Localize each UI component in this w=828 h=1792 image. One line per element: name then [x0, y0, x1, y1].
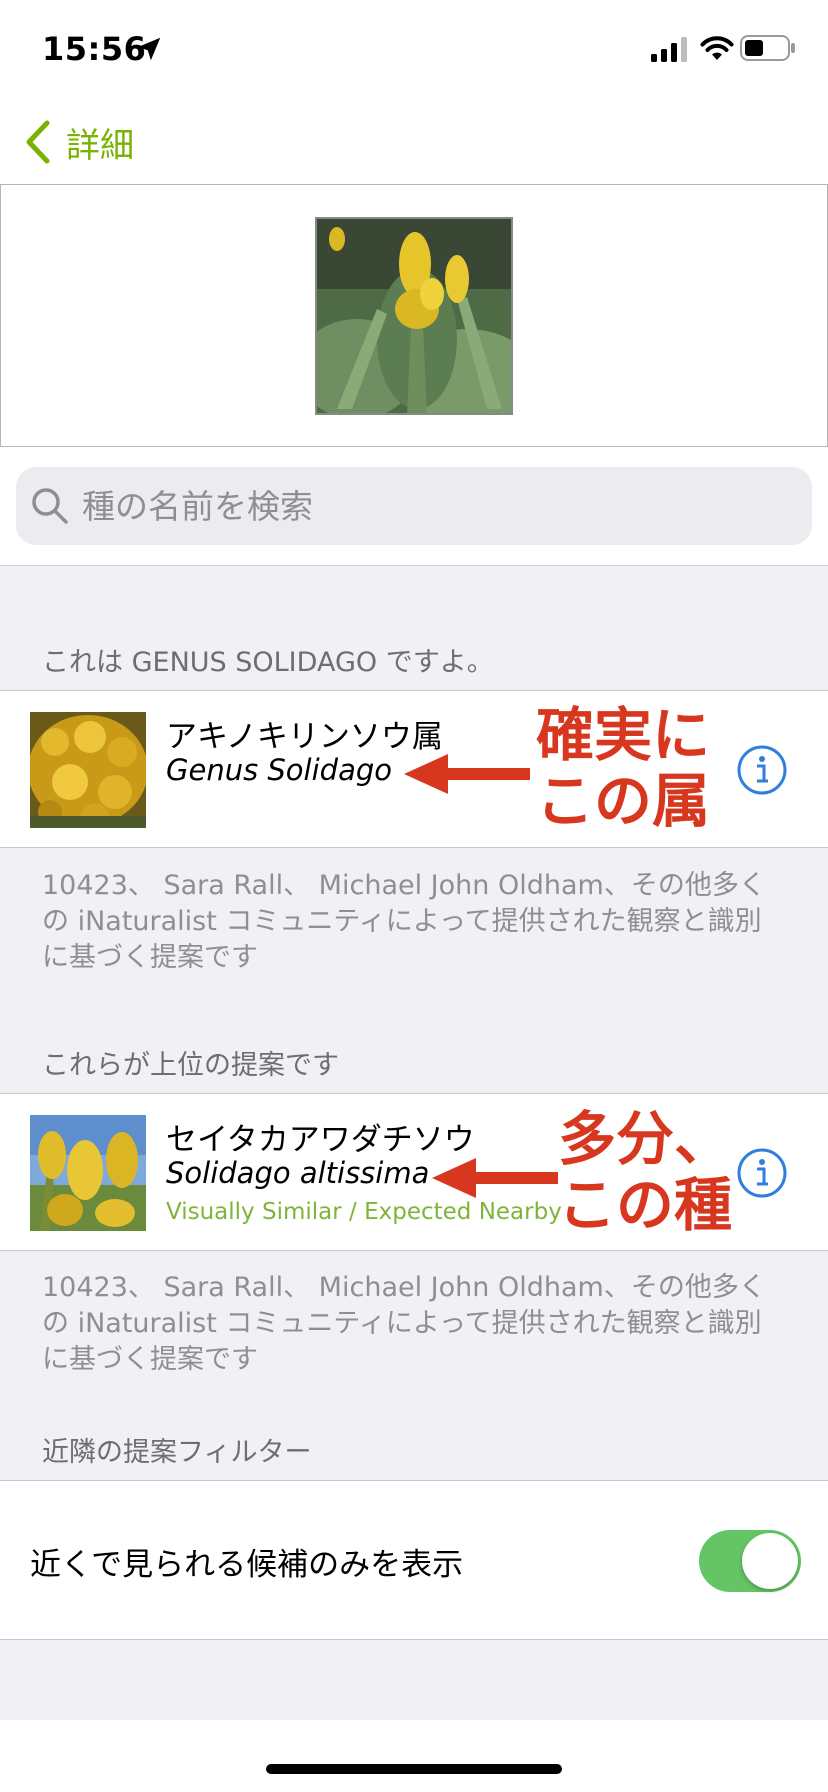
status-bar: 15:56 [0, 0, 828, 100]
chevron-left-icon [26, 120, 50, 164]
top-suggestions-header: これらが上位の提案です [42, 1050, 339, 1081]
species-annotation-line2: この種 [558, 1171, 733, 1239]
navigation-bar: 詳細 [0, 100, 828, 184]
bottom-safe-area [0, 1720, 828, 1792]
genus-annotation: 確実に この属 [536, 702, 710, 834]
genus-footnote: 10423、 Sara Rall、 Michael John Oldham、その… [42, 868, 794, 976]
genus-thumbnail [30, 712, 146, 828]
search-area [0, 447, 828, 566]
genus-annotation-line2: この属 [536, 767, 711, 835]
species-thumbnail [30, 1115, 146, 1231]
back-button[interactable]: 詳細 [22, 114, 134, 170]
location-arrow-icon [137, 37, 161, 61]
observation-photo[interactable] [315, 217, 513, 415]
battery-icon [740, 35, 795, 61]
search-field[interactable] [16, 467, 812, 545]
genus-footnote-line2: の iNaturalist コミュニティによって提供された観察と識別 [42, 906, 762, 937]
toggle-knob [742, 1533, 798, 1589]
genus-scientific-name: Genus Solidago [166, 753, 392, 787]
genus-footnote-line1: 10423、 Sara Rall、 Michael John Oldham、その… [42, 870, 766, 901]
info-circle-icon[interactable] [736, 1147, 788, 1199]
species-footnote: 10423、 Sara Rall、 Michael John Oldham、その… [42, 1270, 794, 1378]
species-annotation-line1: 多分、 [558, 1105, 733, 1173]
species-match-tag: Visually Similar / Expected Nearby [166, 1199, 562, 1225]
species-footnote-line3: に基づく提案です [42, 1344, 258, 1375]
annotation-arrow-genus [404, 754, 530, 794]
genus-annotation-line1: 確実に [536, 701, 711, 769]
species-common-name: セイタカアワダチソウ [166, 1122, 475, 1158]
nearby-filter-label: 近くで見られる候補のみを表示 [30, 1547, 464, 1583]
wifi-icon [700, 36, 734, 60]
genus-common-name: アキノキリンソウ属 [166, 719, 443, 755]
signal-icon [651, 37, 687, 62]
genus-section-header: これは GENUS SOLIDAGO ですよ。 [42, 647, 494, 678]
search-input[interactable] [82, 486, 762, 526]
species-footnote-line2: の iNaturalist コミュニティによって提供された観察と識別 [42, 1308, 762, 1339]
nearby-filter-toggle[interactable] [699, 1530, 801, 1592]
filter-section-header: 近隣の提案フィルター [42, 1437, 312, 1468]
info-circle-icon[interactable] [736, 744, 788, 796]
species-footnote-line1: 10423、 Sara Rall、 Michael John Oldham、その… [42, 1272, 766, 1303]
species-annotation: 多分、 この種 [558, 1106, 732, 1238]
home-indicator[interactable] [266, 1764, 562, 1774]
status-time: 15:56 [42, 30, 147, 68]
annotation-arrow-species [432, 1158, 558, 1198]
species-scientific-name: Solidago altissima [166, 1156, 430, 1190]
observation-photo-area [0, 184, 828, 447]
genus-footnote-line3: に基づく提案です [42, 942, 258, 973]
magnifier-icon [32, 488, 68, 524]
back-button-label: 詳細 [66, 125, 134, 166]
nearby-filter-row: 近くで見られる候補のみを表示 [0, 1480, 828, 1640]
